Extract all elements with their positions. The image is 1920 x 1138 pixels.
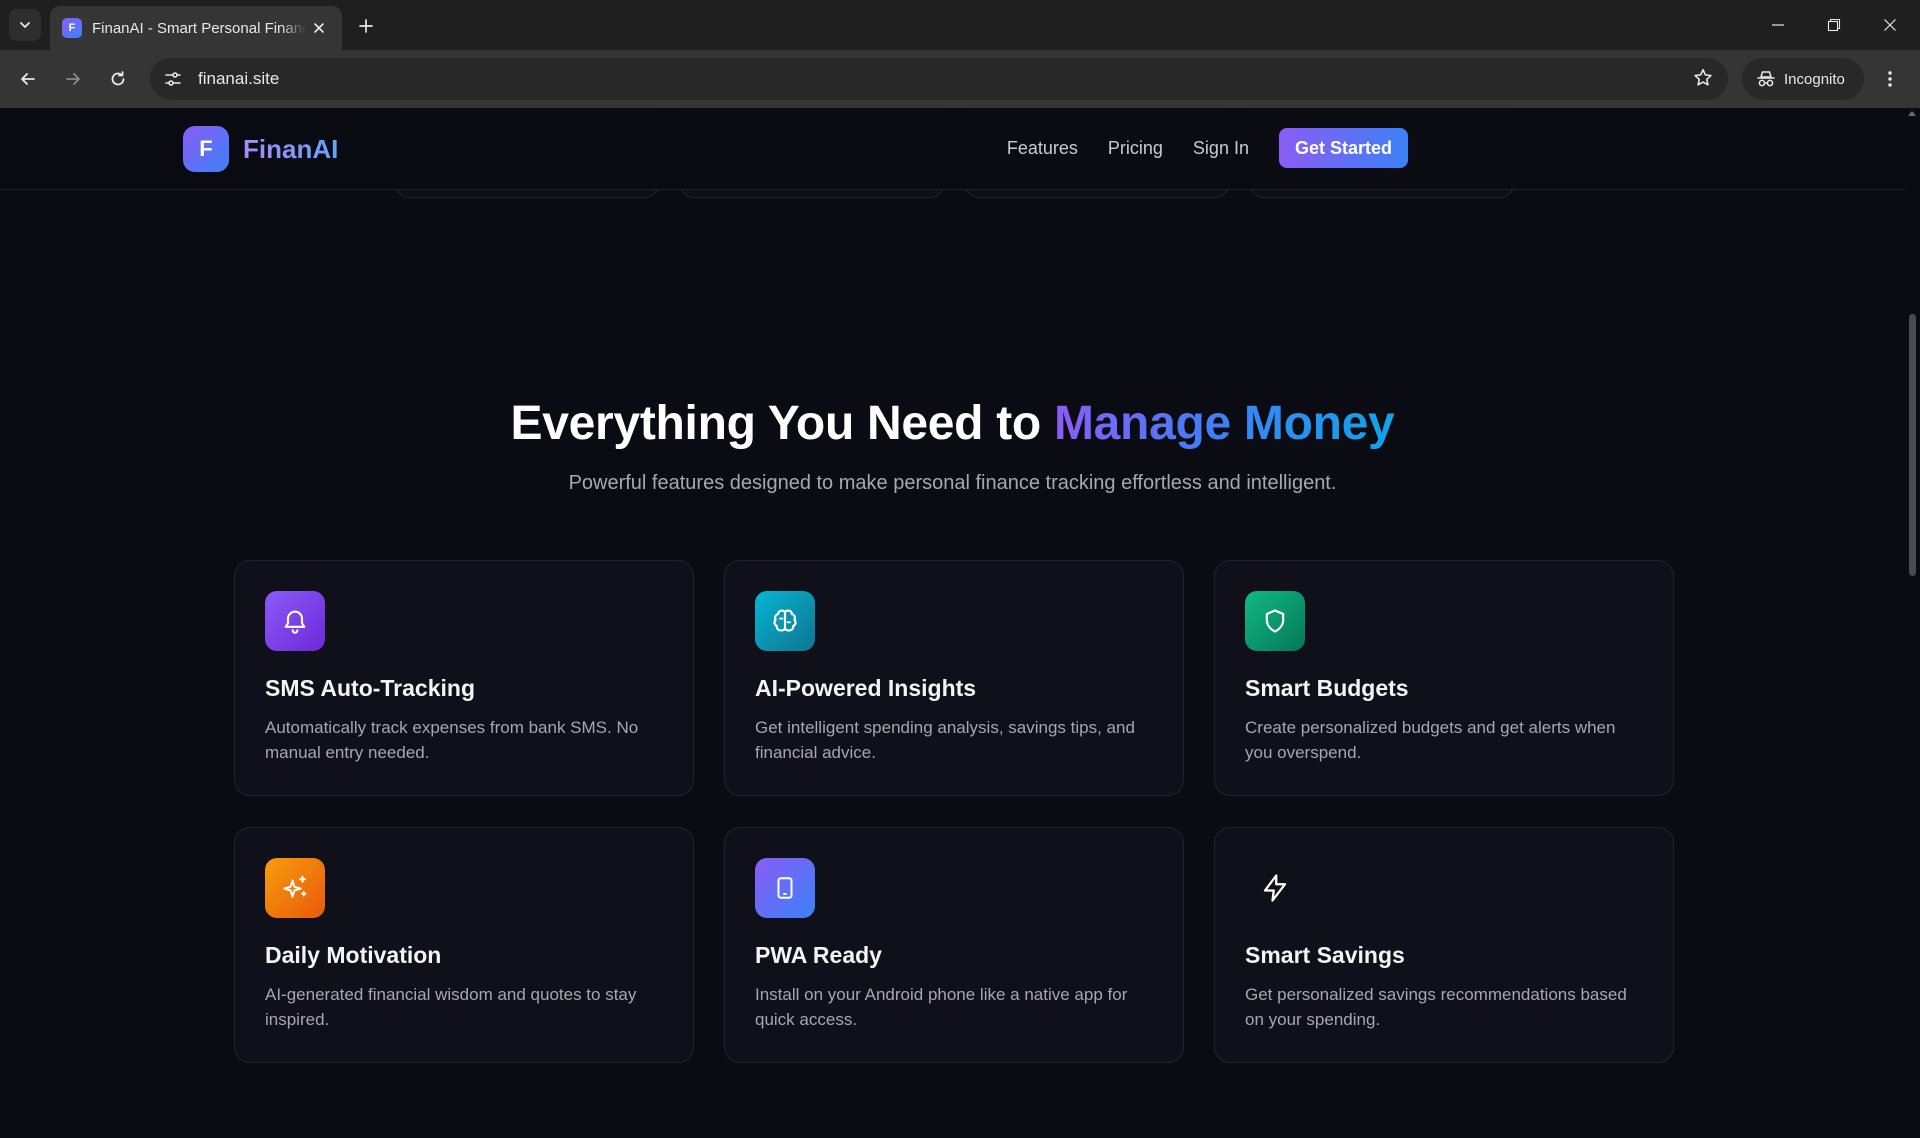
features-heading-highlight: Manage Money bbox=[1053, 397, 1395, 450]
brand-name: FinanAI bbox=[243, 133, 339, 164]
feature-title: PWA Ready bbox=[755, 942, 882, 968]
feature-title: SMS Auto-Tracking bbox=[265, 675, 475, 701]
feature-title: Smart Budgets bbox=[1245, 675, 1409, 701]
site-navbar: F FinanAI Features Pricing Sign In Get S… bbox=[0, 108, 1905, 190]
restore-button[interactable] bbox=[1806, 0, 1862, 50]
incognito-icon bbox=[1757, 71, 1775, 87]
feature-description: Create personalized budgets and get aler… bbox=[1245, 718, 1616, 762]
arrow-left-icon bbox=[21, 73, 35, 85]
tablet-icon bbox=[755, 858, 815, 918]
browser-tab-active[interactable]: F FinanAI - Smart Personal Finance bbox=[50, 6, 342, 50]
feature-title: AI-Powered Insights bbox=[755, 675, 977, 701]
feature-description: Automatically track expenses from bank S… bbox=[265, 718, 639, 762]
browser-tabstrip: F FinanAI - Smart Personal Finance bbox=[0, 0, 1920, 50]
reload-button[interactable] bbox=[100, 61, 136, 97]
minimize-icon bbox=[1772, 24, 1784, 26]
logo-icon: F bbox=[183, 126, 229, 172]
bookmark-star-button[interactable] bbox=[1692, 67, 1714, 89]
close-icon bbox=[314, 23, 324, 33]
scrollbar-thumb[interactable] bbox=[1909, 314, 1916, 576]
feature-description: AI-generated financial wisdom and quotes… bbox=[265, 985, 637, 1029]
plus-icon bbox=[359, 19, 373, 33]
shield-icon bbox=[1245, 591, 1305, 651]
browser-toolbar: finanai.site Incognito bbox=[0, 50, 1920, 108]
brand-logo-link[interactable]: F FinanAI bbox=[183, 126, 338, 172]
feature-title: Smart Savings bbox=[1245, 942, 1405, 968]
sparkles-icon bbox=[265, 858, 325, 918]
tab-title: FinanAI - Smart Personal Finance bbox=[92, 19, 306, 37]
back-button[interactable] bbox=[10, 61, 46, 97]
feature-card-daily-motivation: Daily Motivation AI-generated financial … bbox=[234, 827, 694, 1063]
tune-icon bbox=[165, 72, 181, 86]
site-info-button[interactable] bbox=[156, 62, 190, 96]
kebab-menu-icon bbox=[1888, 71, 1892, 87]
reload-icon bbox=[111, 71, 125, 86]
incognito-label: Incognito bbox=[1784, 70, 1845, 88]
lightning-icon bbox=[1245, 858, 1305, 918]
tab-close-button[interactable] bbox=[308, 17, 330, 39]
features-heading: Everything You Need to Manage Money bbox=[0, 396, 1905, 451]
minimize-button[interactable] bbox=[1750, 0, 1806, 50]
brain-icon bbox=[755, 591, 815, 651]
nav-link-features[interactable]: Features bbox=[1007, 138, 1078, 159]
chevron-down-icon bbox=[20, 22, 30, 28]
feature-card-smart-budgets: Smart Budgets Create personalized budget… bbox=[1214, 560, 1674, 796]
tab-search-button[interactable] bbox=[9, 9, 41, 41]
feature-description: Get personalized savings recommendations… bbox=[1245, 985, 1627, 1029]
feature-card-sms-auto-tracking: SMS Auto-Tracking Automatically track ex… bbox=[234, 560, 694, 796]
get-started-button[interactable]: Get Started bbox=[1278, 128, 1408, 168]
bell-icon bbox=[265, 591, 325, 651]
page-viewport: F FinanAI Features Pricing Sign In Get S… bbox=[0, 108, 1905, 1138]
nav-link-pricing[interactable]: Pricing bbox=[1108, 138, 1163, 159]
arrow-right-icon bbox=[66, 73, 80, 85]
incognito-indicator[interactable]: Incognito bbox=[1742, 58, 1864, 100]
scroll-up-arrow-icon[interactable] bbox=[1908, 111, 1916, 116]
nav-links: Features Pricing Sign In Get Started bbox=[977, 128, 1408, 168]
url-text[interactable]: finanai.site bbox=[198, 69, 279, 89]
feature-description: Install on your Android phone like a nat… bbox=[755, 985, 1128, 1029]
tab-favicon: F bbox=[62, 18, 82, 38]
features-subheading: Powerful features designed to make perso… bbox=[568, 472, 1337, 494]
feature-card-smart-savings: Smart Savings Get personalized savings r… bbox=[1214, 827, 1674, 1063]
restore-icon bbox=[1827, 18, 1841, 32]
star-icon bbox=[1694, 68, 1712, 86]
close-window-icon bbox=[1884, 19, 1896, 31]
forward-button[interactable] bbox=[55, 61, 91, 97]
browser-menu-button[interactable] bbox=[1874, 63, 1906, 95]
feature-card-ai-powered-insights: AI-Powered Insights Get intelligent spen… bbox=[724, 560, 1184, 796]
address-bar[interactable]: finanai.site bbox=[150, 58, 1728, 100]
close-window-button[interactable] bbox=[1862, 0, 1918, 50]
feature-description: Get intelligent spending analysis, savin… bbox=[755, 718, 1135, 762]
feature-title: Daily Motivation bbox=[265, 942, 442, 968]
new-tab-button[interactable] bbox=[352, 12, 380, 40]
features-heading-plain: Everything You Need to bbox=[510, 397, 1054, 450]
feature-card-pwa-ready: PWA Ready Install on your Android phone … bbox=[724, 827, 1184, 1063]
nav-link-sign-in[interactable]: Sign In bbox=[1193, 138, 1249, 159]
page-scrollbar[interactable] bbox=[1905, 108, 1920, 1138]
